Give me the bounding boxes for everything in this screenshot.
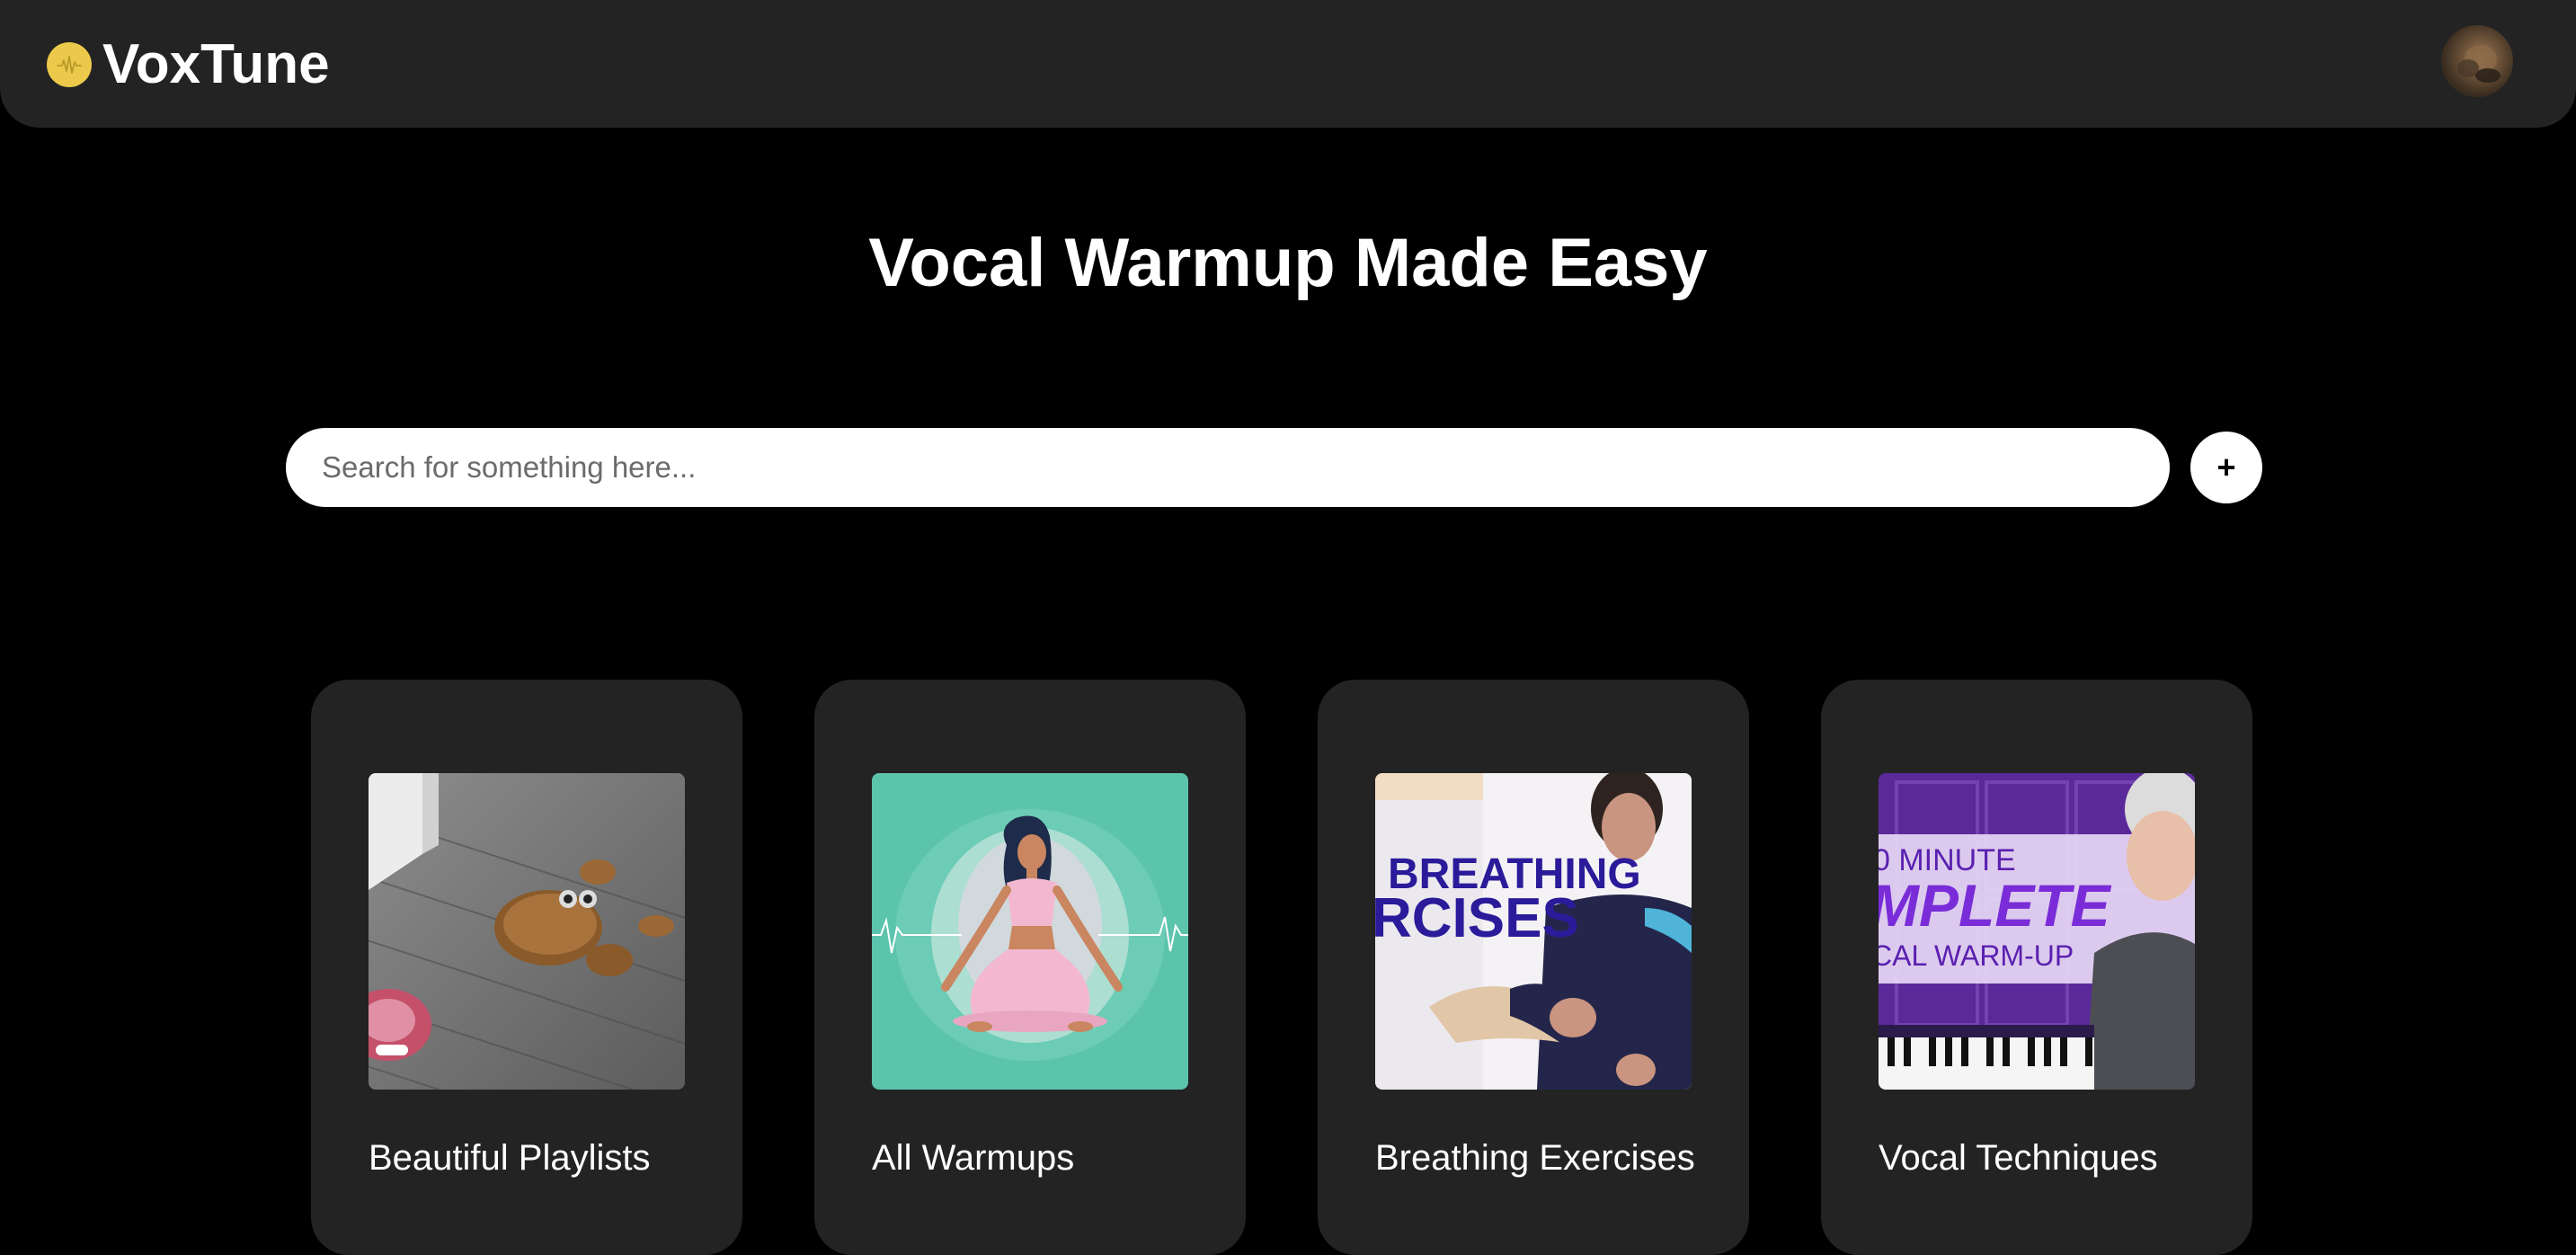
add-button[interactable]: + bbox=[2190, 432, 2262, 503]
card-thumbnail-image: 0 MINUTE MPLETE CAL WARM-UP bbox=[1879, 773, 2195, 1090]
category-card-breathing-exercises[interactable]: BREATHING RCISES Breathing Exercises bbox=[1318, 680, 1749, 1255]
user-avatar[interactable] bbox=[2441, 25, 2513, 97]
top-navbar: VoxTune bbox=[0, 0, 2576, 128]
search-input[interactable] bbox=[286, 428, 2170, 507]
category-card-all-warmups[interactable]: All Warmups bbox=[814, 680, 1246, 1255]
thumbnail-caption-exercises: RCISES bbox=[1375, 887, 1579, 949]
plus-icon: + bbox=[2216, 449, 2236, 485]
card-label: Breathing Exercises bbox=[1375, 1138, 1695, 1178]
thumbnail-caption-warm-up: CAL WARM-UP bbox=[1879, 939, 2074, 972]
card-thumbnail-image: BREATHING RCISES bbox=[1375, 773, 1692, 1090]
category-card-vocal-techniques[interactable]: 0 MINUTE MPLETE CAL WARM-UP Vocal Techni… bbox=[1821, 680, 2252, 1255]
thumbnail-caption-complete: MPLETE bbox=[1879, 872, 2112, 939]
brand[interactable]: VoxTune bbox=[47, 36, 330, 93]
category-card-beautiful-playlists[interactable]: Beautiful Playlists bbox=[311, 680, 742, 1255]
brand-name: VoxTune bbox=[102, 33, 330, 95]
waveform-icon bbox=[47, 42, 92, 87]
card-thumbnail-image bbox=[872, 773, 1188, 1090]
card-label: Vocal Techniques bbox=[1879, 1138, 2158, 1178]
card-label: Beautiful Playlists bbox=[369, 1138, 651, 1178]
card-thumbnail-image bbox=[369, 773, 685, 1090]
card-label: All Warmups bbox=[872, 1138, 1075, 1178]
page-title: Vocal Warmup Made Easy bbox=[868, 225, 1708, 301]
